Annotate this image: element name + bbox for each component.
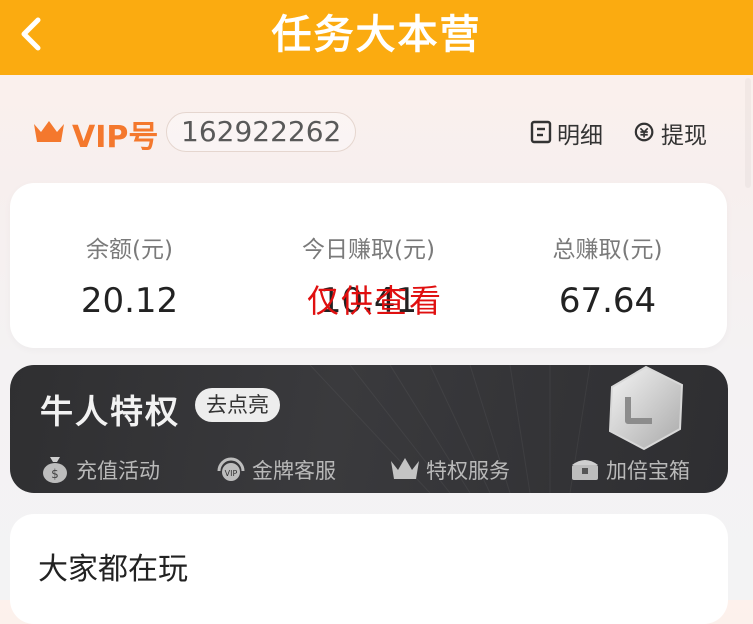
vip-label: VIP号 [72,120,159,155]
svg-text:$: $ [51,467,59,481]
balance-stat: 余额(元) 20.12 [10,183,249,348]
money-bag-icon: $ [43,457,67,483]
stat-value: 20.12 [80,281,179,321]
detail-label: 明细 [557,123,603,149]
privilege-title: 牛人特权 [40,392,180,431]
privilege-item-label: 加倍宝箱 [606,459,690,483]
earnings-stats-card: 余额(元) 20.12 今日赚取(元) 10.41 总赚取(元) 67.64 [10,183,727,348]
stat-label: 总赚取(元) [552,237,663,263]
today-earned-stat: 今日赚取(元) 10.41 [249,183,488,348]
section-title: 大家都在玩 [38,552,188,587]
vip-id-badge: 162922262 [166,112,357,152]
scrollbar[interactable] [745,78,751,188]
document-icon [530,120,552,144]
stat-label: 余额(元) [86,237,173,263]
privilege-item-label: 金牌客服 [252,459,336,483]
vip-account-row: VIP号 162922262 明细 提现 [32,110,722,155]
stat-value: 67.64 [558,281,657,321]
page-title: 任务大本营 [271,12,482,58]
privilege-item-label: 充值活动 [76,459,160,483]
crown-icon [391,458,419,479]
vip-headset-icon: VIP [217,457,245,481]
privilege-card[interactable]: 牛人特权 去点亮 $ 充值活动 VIP 金牌客服 特权服务 加倍宝箱 [10,365,728,493]
privilege-item-label: 特权服务 [426,459,510,483]
watermark-text: 仅供查看 [307,282,444,320]
stat-label: 今日赚取(元) [302,237,435,263]
vip-badge-icon [608,365,684,451]
total-earned-stat: 总赚取(元) 67.64 [488,183,727,348]
svg-text:VIP: VIP [225,469,238,478]
withdraw-label: 提现 [661,123,707,149]
everyone-playing-section: 大家都在玩 [10,514,728,624]
treasure-chest-icon [572,460,598,480]
light-up-button[interactable]: 去点亮 [195,388,280,422]
withdraw-coin-icon [634,122,654,142]
header-bar: 任务大本营 [0,0,753,75]
vip-crown-icon [34,121,64,142]
